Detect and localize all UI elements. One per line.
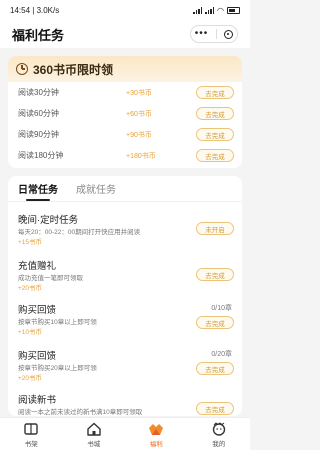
limited-row: 阅读60分钟 +60书币 去完成 <box>8 103 242 124</box>
tab-achievement-tasks[interactable]: 成就任务 <box>76 181 116 196</box>
limited-row-label: 阅读30分钟 <box>18 88 59 97</box>
limited-row-label: 阅读90分钟 <box>18 130 59 139</box>
home-icon <box>87 422 101 436</box>
task-item: 充值赠礼 成功充值一笔即可领取 +20书币 去完成 <box>8 258 242 296</box>
go-complete-button[interactable]: 去完成 <box>196 268 234 281</box>
go-complete-button[interactable]: 去完成 <box>196 149 234 162</box>
bottom-tab-bar: 书架 书城 福利 我的 <box>0 417 250 450</box>
mini-app-capsule[interactable]: ••• <box>190 25 238 43</box>
tab-bookshelf[interactable]: 书架 <box>6 422 56 448</box>
page-header: 福利任务 ••• <box>0 20 250 48</box>
task-description: 成功充值一笔即可领取 <box>18 275 83 282</box>
task-title: 购买回馈 <box>18 351 57 362</box>
task-tabs: 日常任务 成就任务 <box>8 176 242 202</box>
task-description: 阅读一本之前未读过的新书满10章即可领取 <box>18 409 143 416</box>
task-item: 阅读新书 阅读一本之前未读过的新书满10章即可领取 去完成 <box>8 392 242 416</box>
go-complete-button[interactable]: 去完成 <box>196 107 234 120</box>
battery-icon <box>227 6 240 14</box>
limited-row-reward: +180书币 <box>126 152 156 160</box>
limited-row: 阅读30分钟 +30书币 去完成 <box>8 82 242 103</box>
task-title: 晚间·定时任务 <box>18 215 79 226</box>
limited-row-reward: +30书币 <box>126 89 152 97</box>
status-time: 14:54 <box>10 5 31 15</box>
task-reward: +20书币 <box>18 375 43 382</box>
tab-daily-tasks[interactable]: 日常任务 <box>18 181 58 201</box>
tab-label: 书城 <box>87 441 101 448</box>
limited-row: 阅读90分钟 +90书币 去完成 <box>8 124 242 145</box>
task-reward: +10书币 <box>18 329 43 336</box>
tab-bookstore[interactable]: 书城 <box>69 422 119 448</box>
tab-label: 我的 <box>212 441 226 448</box>
task-description: 每天20：00-22：00期间打开快应用并阅读 <box>18 229 141 236</box>
bookshelf-icon <box>24 423 38 435</box>
task-description: 按章节购买20章以上即可领 <box>18 365 97 372</box>
close-icon[interactable] <box>224 29 234 39</box>
limited-row-reward: +90书币 <box>126 131 152 139</box>
clock-icon <box>16 63 28 75</box>
tasks-card: 日常任务 成就任务 晚间·定时任务 每天20：00-22：00期间打开快应用并阅… <box>8 176 242 416</box>
task-reward: +15书币 <box>18 239 43 246</box>
page-title: 福利任务 <box>12 27 65 43</box>
gift-icon <box>149 424 164 435</box>
task-item: 购买回馈 按章节购买10章以上即可领 +10书币 0/10章 去完成 <box>8 302 242 342</box>
go-complete-button[interactable]: 去完成 <box>196 86 234 99</box>
tab-profile[interactable]: 我的 <box>194 422 244 448</box>
task-title: 充值赠礼 <box>18 261 57 272</box>
limited-reward-card: 360书币限时领 阅读30分钟 +30书币 去完成 阅读60分钟 +60书币 去… <box>8 56 242 168</box>
tab-label: 书架 <box>24 441 38 448</box>
signal-icon-2 <box>205 6 215 14</box>
go-complete-button[interactable]: 去完成 <box>196 128 234 141</box>
tab-welfare[interactable]: 福利 <box>131 422 181 448</box>
wifi-icon: ◠ <box>217 5 224 15</box>
task-title: 阅读新书 <box>18 395 57 406</box>
task-item: 购买回馈 按章节购买20章以上即可领 +20书币 0/20章 去完成 <box>8 348 242 388</box>
go-complete-button[interactable]: 去完成 <box>196 362 234 375</box>
status-speed: 3.0K/s <box>36 5 60 15</box>
limited-row-label: 阅读60分钟 <box>18 109 59 118</box>
limited-row-label: 阅读180分钟 <box>18 151 64 160</box>
not-started-button[interactable]: 未开启 <box>196 222 234 235</box>
status-bar: 14:54 | 3.0K/s ◠ <box>0 0 250 20</box>
task-progress: 0/10章 <box>211 305 232 312</box>
signal-icon <box>193 6 203 14</box>
go-complete-button[interactable]: 去完成 <box>196 402 234 415</box>
task-reward: +20书币 <box>18 285 43 292</box>
capsule-divider <box>215 29 217 39</box>
task-description: 按章节购买10章以上即可领 <box>18 319 97 326</box>
task-title: 购买回馈 <box>18 305 57 316</box>
task-progress: 0/20章 <box>211 351 232 358</box>
limited-row: 阅读180分钟 +180书币 去完成 <box>8 145 242 166</box>
profile-icon <box>212 422 225 436</box>
limited-row-reward: +60书币 <box>126 110 152 118</box>
task-item: 晚间·定时任务 每天20：00-22：00期间打开快应用并阅读 +15书币 未开… <box>8 212 242 252</box>
limited-card-header: 360书币限时领 <box>8 56 242 82</box>
go-complete-button[interactable]: 去完成 <box>196 316 234 329</box>
more-icon[interactable]: ••• <box>195 29 209 39</box>
limited-card-title: 360书币限时领 <box>33 62 114 77</box>
tab-label: 福利 <box>149 441 163 448</box>
status-icons: ◠ <box>193 6 240 15</box>
